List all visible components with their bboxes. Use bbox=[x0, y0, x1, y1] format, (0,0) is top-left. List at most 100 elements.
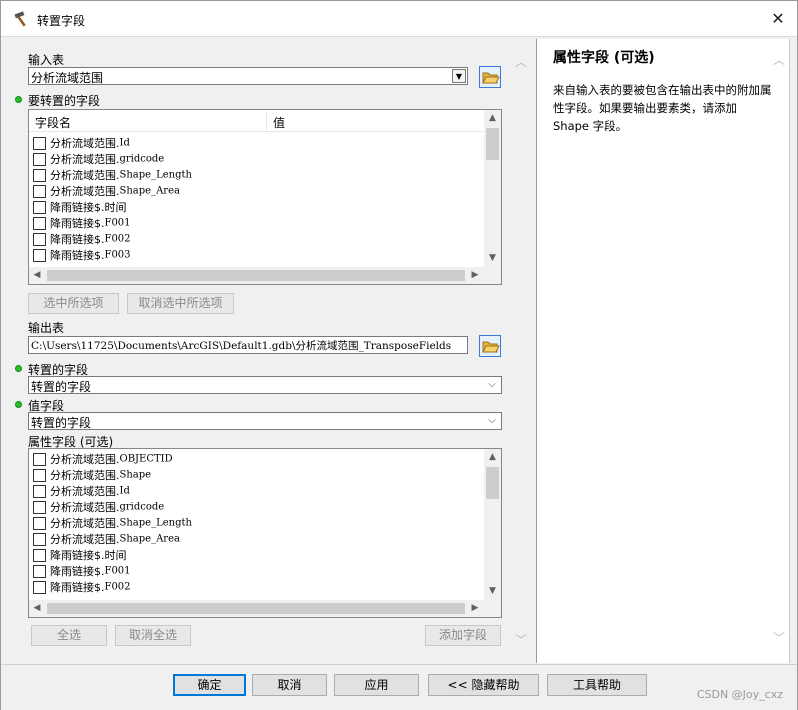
list-item[interactable]: 分析流域范围.Shape bbox=[33, 467, 151, 483]
horizontal-scrollbar[interactable]: ◀ ▶ bbox=[29, 267, 501, 284]
list-item[interactable]: 降雨链接$.时间 bbox=[33, 547, 127, 563]
attribute-fields-list[interactable]: 分析流域范围.OBJECTID 分析流域范围.Shape 分析流域范围.Id 分… bbox=[28, 448, 502, 618]
fields-to-transpose-list[interactable]: 字段名 值 分析流域范围.Id 分析流域范围.gridcode 分析流域范围.S… bbox=[28, 109, 502, 285]
item-prefix: 降雨链接$. bbox=[50, 217, 105, 230]
help-body: 来自输入表的要被包含在输出表中的附加属性字段。如果要输出要素类，请添加 Shap… bbox=[553, 83, 772, 133]
item-name: Shape_Area bbox=[119, 185, 180, 197]
input-table-value: 分析流域范围 bbox=[31, 71, 104, 85]
scroll-left-icon[interactable]: ◀ bbox=[29, 267, 45, 284]
item-prefix: 分析流域范围. bbox=[50, 153, 120, 166]
apply-button[interactable]: 应用 bbox=[334, 674, 419, 696]
checkbox[interactable] bbox=[33, 452, 46, 466]
chevron-down-icon[interactable]: ⌵ bbox=[486, 414, 498, 428]
chevron-down-icon[interactable]: ⌵ bbox=[486, 378, 498, 392]
checkbox[interactable] bbox=[33, 548, 46, 562]
vertical-scrollbar[interactable]: ▲ ▼ bbox=[484, 110, 501, 267]
list-item[interactable]: 分析流域范围.Shape_Length bbox=[33, 167, 192, 183]
list-item[interactable]: 分析流域范围.Shape_Area bbox=[33, 183, 180, 199]
checkbox[interactable] bbox=[33, 216, 46, 230]
checkbox[interactable] bbox=[33, 516, 46, 530]
list-item[interactable]: 降雨链接$.F001 bbox=[33, 215, 131, 231]
list-item[interactable]: 降雨链接$.F002 bbox=[33, 231, 131, 247]
list-item[interactable]: 分析流域范围.Id bbox=[33, 483, 130, 499]
checkbox[interactable] bbox=[33, 152, 46, 166]
input-table-browse-button[interactable] bbox=[479, 66, 501, 88]
checkbox[interactable] bbox=[33, 468, 46, 482]
checkbox[interactable] bbox=[33, 168, 46, 182]
required-dot-icon bbox=[15, 96, 22, 103]
checkbox[interactable] bbox=[33, 532, 46, 546]
item-prefix: 降雨链接$. bbox=[50, 565, 105, 578]
scroll-down-icon[interactable]: ▼ bbox=[484, 250, 501, 266]
input-table-combo[interactable]: 分析流域范围 ▼ bbox=[28, 67, 468, 85]
select-all-attributes-button[interactable]: 全选 bbox=[31, 625, 107, 646]
value-field-combo[interactable]: 转置的字段 ⌵ bbox=[28, 412, 502, 430]
list-item[interactable]: 分析流域范围.Id bbox=[33, 135, 130, 151]
list-item[interactable]: 降雨链接$.F003 bbox=[33, 247, 131, 263]
list-item[interactable]: 降雨链接$.时间 bbox=[33, 199, 127, 215]
checkbox[interactable] bbox=[33, 200, 46, 214]
checkbox[interactable] bbox=[33, 500, 46, 514]
list-item[interactable]: 分析流域范围.gridcode bbox=[33, 499, 164, 515]
vertical-scrollbar[interactable]: ▲ ▼ bbox=[484, 449, 501, 600]
item-prefix: 分析流域范围. bbox=[50, 137, 120, 150]
output-table-field[interactable]: C:\Users\11725\Documents\ArcGIS\Default1… bbox=[28, 336, 468, 354]
close-button[interactable]: ✕ bbox=[767, 9, 789, 29]
column-header-field-name[interactable]: 字段名 bbox=[35, 114, 71, 131]
scroll-thumb[interactable] bbox=[486, 128, 499, 160]
checkbox[interactable] bbox=[33, 484, 46, 498]
scroll-right-icon[interactable]: ▶ bbox=[467, 600, 483, 617]
list-header: 字段名 值 bbox=[29, 110, 483, 132]
unselect-all-attributes-button[interactable]: 取消全选 bbox=[115, 625, 191, 646]
list-item[interactable]: 分析流域范围.OBJECTID bbox=[33, 451, 173, 467]
chevron-down-icon[interactable]: ▼ bbox=[452, 69, 466, 83]
chevron-down-icon[interactable]: ﹀ bbox=[773, 629, 785, 646]
checkbox[interactable] bbox=[33, 136, 46, 150]
item-prefix: 分析流域范围. bbox=[50, 453, 120, 466]
checkbox[interactable] bbox=[33, 580, 46, 594]
item-prefix: 分析流域范围. bbox=[50, 469, 120, 482]
checkbox[interactable] bbox=[33, 232, 46, 246]
scroll-down-icon[interactable]: ▼ bbox=[484, 583, 501, 599]
chevron-up-icon[interactable]: ︿ bbox=[515, 53, 527, 69]
unselect-all-button[interactable]: 取消选中所选项 bbox=[127, 293, 234, 314]
scroll-thumb[interactable] bbox=[486, 467, 499, 499]
chevron-down-icon[interactable]: ﹀ bbox=[515, 631, 527, 647]
item-name: 时间 bbox=[104, 201, 127, 214]
window-title: 转置字段 bbox=[37, 14, 86, 28]
button-bar: 确定 取消 应用 << 隐藏帮助 工具帮助 CSDN @Joy_cxz bbox=[1, 664, 797, 710]
horizontal-scrollbar[interactable]: ◀ ▶ bbox=[29, 600, 501, 617]
scroll-thumb[interactable] bbox=[47, 270, 465, 281]
scroll-thumb[interactable] bbox=[47, 603, 465, 614]
list-item[interactable]: 分析流域范围.Shape_Area bbox=[33, 531, 180, 547]
list-item[interactable]: 分析流域范围.gridcode bbox=[33, 151, 164, 167]
scroll-right-icon[interactable]: ▶ bbox=[467, 267, 483, 284]
list-item[interactable]: 降雨链接$.F001 bbox=[33, 563, 131, 579]
transposed-field-combo[interactable]: 转置的字段 ⌵ bbox=[28, 376, 502, 394]
list-item[interactable]: 分析流域范围.Shape_Length bbox=[33, 515, 192, 531]
tool-help-button[interactable]: 工具帮助 bbox=[547, 674, 647, 696]
hide-help-button[interactable]: << 隐藏帮助 bbox=[428, 674, 539, 696]
item-name: F002 bbox=[104, 233, 131, 245]
ok-button[interactable]: 确定 bbox=[173, 674, 246, 696]
add-field-button[interactable]: 添加字段 bbox=[425, 625, 501, 646]
select-all-button[interactable]: 选中所选项 bbox=[28, 293, 119, 314]
chevron-up-icon[interactable]: ︿ bbox=[773, 51, 785, 68]
cancel-button[interactable]: 取消 bbox=[252, 674, 327, 696]
scroll-up-icon[interactable]: ▲ bbox=[484, 449, 501, 465]
output-table-label: 输出表 bbox=[28, 321, 65, 335]
item-name: Shape_Length bbox=[119, 169, 192, 181]
panel-scrollbar[interactable]: ︿ ﹀ bbox=[512, 41, 530, 661]
checkbox[interactable] bbox=[33, 564, 46, 578]
list-item[interactable]: 降雨链接$.F002 bbox=[33, 579, 131, 595]
item-name: Shape_Area bbox=[119, 533, 180, 545]
column-header-value[interactable]: 值 bbox=[273, 114, 285, 131]
required-dot-icon bbox=[15, 365, 22, 372]
scroll-left-icon[interactable]: ◀ bbox=[29, 600, 45, 617]
column-separator bbox=[266, 112, 267, 130]
output-table-browse-button[interactable] bbox=[479, 335, 501, 357]
scroll-up-icon[interactable]: ▲ bbox=[484, 110, 501, 126]
required-dot-icon bbox=[15, 401, 22, 408]
checkbox[interactable] bbox=[33, 248, 46, 262]
checkbox[interactable] bbox=[33, 184, 46, 198]
